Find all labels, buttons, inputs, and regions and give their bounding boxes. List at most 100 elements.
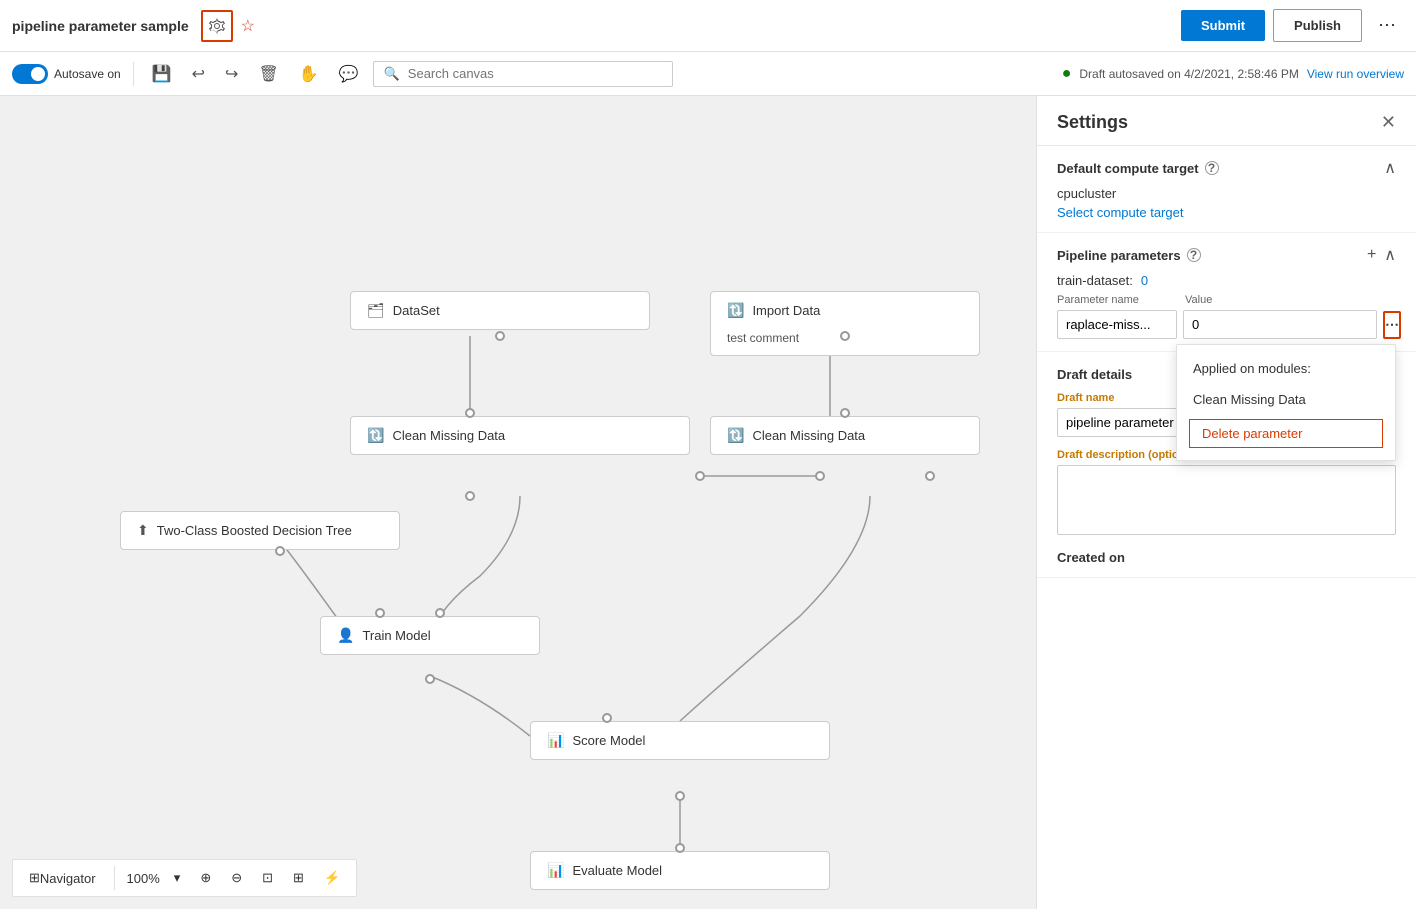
clean2-icon: 🔃 [727, 427, 744, 444]
two-class-node[interactable]: ⬆ Two-Class Boosted Decision Tree [120, 511, 400, 550]
view-run-link[interactable]: View run overview [1307, 67, 1404, 81]
zoom-dropdown-button[interactable]: ▾ [168, 868, 187, 888]
undo-button[interactable]: ↩ [186, 60, 211, 88]
redo-button[interactable]: ↪ [219, 60, 244, 88]
dataset-node[interactable]: 🗂 DataSet [350, 291, 650, 330]
two-class-icon: ⬆ [137, 522, 149, 539]
param-name-label: Parameter name [1057, 294, 1177, 306]
compute-section-title: Default compute target ? [1057, 161, 1219, 176]
train-dataset-row: train-dataset: 0 [1057, 273, 1396, 288]
settings-close-button[interactable]: ✕ [1381, 112, 1396, 133]
save-button[interactable]: 💾 [146, 60, 178, 88]
autosave-switch[interactable] [12, 64, 48, 84]
zoom-in-button[interactable]: ⊕ [194, 868, 217, 888]
score-model-node[interactable]: 📊 Score Model [530, 721, 830, 760]
param-key: train-dataset: [1057, 273, 1133, 288]
train-input-dot1 [375, 608, 385, 618]
train-icon: 👤 [337, 627, 354, 644]
evaluate-model-node[interactable]: 📊 Evaluate Model [530, 851, 830, 890]
navigator-icon: ⊞ [29, 870, 40, 886]
delete-button[interactable]: 🗑 [252, 60, 284, 88]
toolbar-divider-1 [133, 62, 134, 86]
param-value-link[interactable]: 0 [1141, 273, 1148, 288]
settings-gear-button[interactable] [201, 10, 233, 42]
status-text: Draft autosaved on 4/2/2021, 2:58:46 PM [1079, 67, 1298, 81]
compute-help-icon: ? [1205, 161, 1219, 175]
draft-desc-textarea[interactable] [1057, 465, 1396, 535]
score-label: Score Model [572, 733, 645, 748]
import-data-node[interactable]: 🔃 Import Data test comment [710, 291, 980, 356]
pipeline-title: pipeline parameter sample [12, 18, 189, 34]
two-class-label: Two-Class Boosted Decision Tree [157, 523, 352, 538]
train-label: Train Model [362, 628, 430, 643]
pipeline-params-section: Pipeline parameters ? + ∧ train-dataset:… [1037, 233, 1416, 352]
clean1-output-dot [465, 491, 475, 501]
score-output-dot [675, 791, 685, 801]
lightning-button[interactable]: ⚡ [318, 868, 346, 888]
clean1-right-output-dot [695, 471, 705, 481]
search-box: 🔍 [373, 61, 673, 87]
param-name-input[interactable] [1057, 310, 1177, 339]
clean1-icon: 🔃 [367, 427, 384, 444]
compute-collapse-button[interactable]: ∧ [1384, 158, 1396, 178]
clean-missing-data-2-node[interactable]: 🔃 Clean Missing Data [710, 416, 980, 455]
import-data-comment: test comment [727, 331, 799, 345]
settings-header: Settings ✕ [1037, 96, 1416, 146]
clean2-label: Clean Missing Data [752, 428, 865, 443]
clean1-input-dot [465, 408, 475, 418]
navigator-button[interactable]: ⊞ Navigator [23, 868, 102, 888]
add-param-button[interactable]: + [1367, 245, 1376, 265]
train-output-dot [425, 674, 435, 684]
params-collapse-button[interactable]: ∧ [1384, 245, 1396, 265]
zoom-value: 100% [127, 871, 160, 886]
canvas-connections [0, 96, 1036, 909]
comment-button[interactable]: 💬 [333, 60, 365, 88]
clean-missing-data-1-node[interactable]: 🔃 Clean Missing Data [350, 416, 690, 455]
param-inputs: ⋯ Applied on modules: Clean Missing Data… [1057, 310, 1396, 339]
clean2-right-output-dot [925, 471, 935, 481]
favorite-button[interactable]: ☆ [241, 16, 255, 36]
score-icon: 📊 [547, 732, 564, 749]
evaluate-input-dot [675, 843, 685, 853]
evaluate-icon: 📊 [547, 862, 564, 879]
params-actions: + ∧ [1367, 245, 1396, 265]
two-class-output-dot [275, 546, 285, 556]
clean1-label: Clean Missing Data [392, 428, 505, 443]
param-more-button[interactable]: ⋯ [1383, 311, 1401, 339]
autosave-label: Autosave on [54, 67, 121, 81]
select-compute-link[interactable]: Select compute target [1057, 205, 1183, 220]
fit-view-button[interactable]: ⊡ [256, 868, 279, 888]
module-name-item[interactable]: Clean Missing Data [1177, 384, 1395, 415]
params-help-icon: ? [1187, 248, 1201, 262]
dataset-icon: 🗂 [367, 302, 385, 319]
created-on-label: Created on [1057, 550, 1125, 565]
import-data-label: Import Data [752, 303, 820, 318]
import-data-icon: 🔃 [727, 302, 744, 319]
search-input[interactable] [408, 66, 662, 81]
compute-value: cpucluster [1057, 186, 1396, 201]
main-layout: 🗂 DataSet 🔃 Import Data test comment 🔃 C… [0, 96, 1416, 909]
grid-button[interactable]: ⊞ [287, 868, 310, 888]
compute-section-header: Default compute target ? ∧ [1057, 158, 1396, 178]
bottom-toolbar: ⊞ Navigator 100% ▾ ⊕ ⊖ ⊡ ⊞ ⚡ [12, 859, 357, 897]
param-value-input[interactable] [1183, 310, 1377, 339]
train-model-node[interactable]: 👤 Train Model [320, 616, 540, 655]
param-dropdown: Applied on modules: Clean Missing Data D… [1176, 344, 1396, 461]
clean2-input-dot [840, 408, 850, 418]
zoom-out-button[interactable]: ⊖ [225, 868, 248, 888]
status-area: ● Draft autosaved on 4/2/2021, 2:58:46 P… [1062, 65, 1404, 83]
delete-parameter-item[interactable]: Delete parameter [1189, 419, 1383, 448]
more-options-button[interactable]: ⋯ [1370, 11, 1404, 40]
param-labels: Parameter name Value [1057, 294, 1396, 306]
submit-button[interactable]: Submit [1181, 10, 1265, 41]
clean2-output-dot [815, 471, 825, 481]
search-icon: 🔍 [384, 66, 400, 82]
toolbar: Autosave on 💾 ↩ ↪ 🗑 ✋ 💬 🔍 ● Draft autosa… [0, 52, 1416, 96]
autosave-toggle: Autosave on [12, 64, 121, 84]
publish-button[interactable]: Publish [1273, 9, 1362, 42]
import-data-output-dot [840, 331, 850, 341]
pan-button[interactable]: ✋ [293, 60, 325, 88]
canvas[interactable]: 🗂 DataSet 🔃 Import Data test comment 🔃 C… [0, 96, 1036, 909]
applied-on-label: Applied on modules: [1177, 353, 1395, 384]
dataset-label: DataSet [393, 303, 440, 318]
